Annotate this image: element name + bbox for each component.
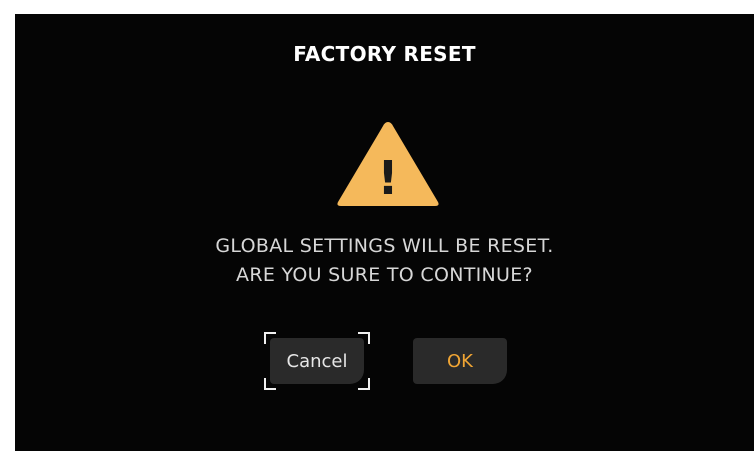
ok-button-label: OK	[447, 350, 473, 372]
message-line-1: GLOBAL SETTINGS WILL BE RESET.	[215, 235, 554, 257]
dialog-message: GLOBAL SETTINGS WILL BE RESET. ARE YOU S…	[15, 232, 754, 290]
warning-glyph: !	[378, 151, 399, 205]
dialog-title: FACTORY RESET	[293, 42, 476, 66]
warning-icon: !	[337, 122, 439, 206]
factory-reset-dialog: FACTORY RESET ! GLOBAL SETTINGS WILL BE …	[15, 14, 754, 451]
ok-button[interactable]: OK	[413, 338, 507, 384]
message-line-2: ARE YOU SURE TO CONTINUE?	[236, 264, 533, 286]
cancel-button[interactable]: Cancel	[270, 338, 364, 384]
cancel-button-label: Cancel	[286, 350, 348, 372]
